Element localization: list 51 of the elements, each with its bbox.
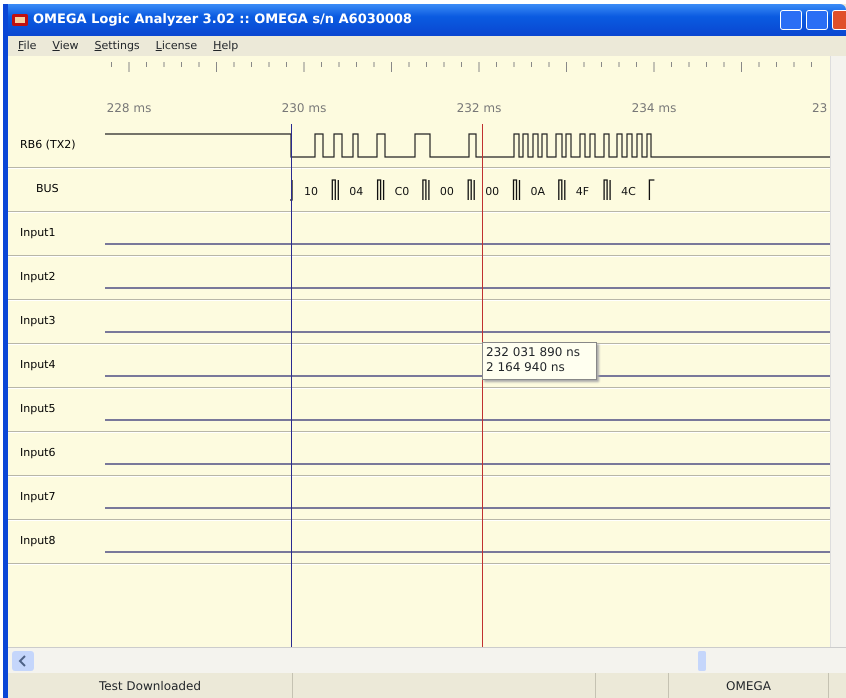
cursor-line[interactable] — [482, 124, 483, 647]
channel-label: BUS — [35, 181, 60, 198]
tick-label: 232 ms — [456, 101, 502, 115]
status-text: Test Downloaded — [8, 673, 293, 698]
bus-value: C0 — [394, 184, 410, 198]
app-icon — [11, 12, 29, 28]
bus-value: 00 — [485, 184, 500, 198]
channel-label: Input7 — [19, 489, 56, 506]
menu-item[interactable]: Settings — [94, 38, 140, 54]
bus-transition-mark — [290, 180, 293, 200]
maximize-button[interactable] — [806, 10, 828, 30]
menu-item[interactable]: File — [18, 38, 36, 54]
window-title: OMEGA Logic Analyzer 3.02 :: OMEGA s/n A6030008 — [33, 11, 412, 30]
channel-label: Input2 — [19, 269, 56, 286]
bus-transition-mark — [603, 178, 611, 200]
bus-value: 4F — [576, 184, 590, 198]
close-button[interactable] — [832, 10, 846, 30]
bus-value: 00 — [440, 184, 454, 198]
channel-label: Input8 — [19, 533, 56, 550]
channel-label: RB6 (TX2) — [19, 137, 77, 154]
channel-label: Input5 — [19, 401, 56, 418]
channel-label: Input1 — [19, 225, 56, 242]
tick-label: 23 — [812, 101, 828, 115]
bus-transition-mark — [558, 178, 566, 200]
tooltip: 232 031 890 ns 2 164 940 ns — [482, 342, 598, 380]
channel-label: Input4 — [19, 357, 56, 374]
tick-label: 230 ms — [282, 101, 326, 115]
bus-transition-mark — [376, 178, 384, 200]
horizontal-scrollbar[interactable] — [8, 647, 846, 673]
bus-transition-mark — [648, 178, 654, 200]
bus-transition-mark — [468, 178, 475, 200]
bus-transition-mark — [512, 178, 520, 200]
status-text: OMEGA — [669, 673, 829, 698]
bus-value: 04 — [349, 184, 364, 198]
tick-label: 228 ms — [106, 101, 152, 115]
bus-value: 10 — [304, 184, 318, 198]
bus-value: 4C — [621, 184, 636, 198]
bus-transition-mark — [422, 178, 430, 200]
minimize-button[interactable] — [780, 10, 802, 30]
bus-value: 0A — [530, 184, 546, 198]
channel-label: Input3 — [19, 313, 56, 330]
vertical-scrollbar[interactable] — [830, 56, 846, 647]
menu-item[interactable]: Help — [213, 38, 238, 54]
menu-item[interactable]: View — [52, 38, 79, 54]
scroll-left-icon[interactable] — [12, 650, 34, 670]
bus-transition-mark — [332, 178, 339, 200]
channel-label: Input6 — [19, 445, 56, 462]
scroll-thumb[interactable] — [698, 650, 706, 670]
menu-item[interactable]: License — [156, 38, 198, 54]
tick-label: 234 ms — [632, 101, 676, 115]
cursor-line[interactable] — [291, 124, 292, 647]
